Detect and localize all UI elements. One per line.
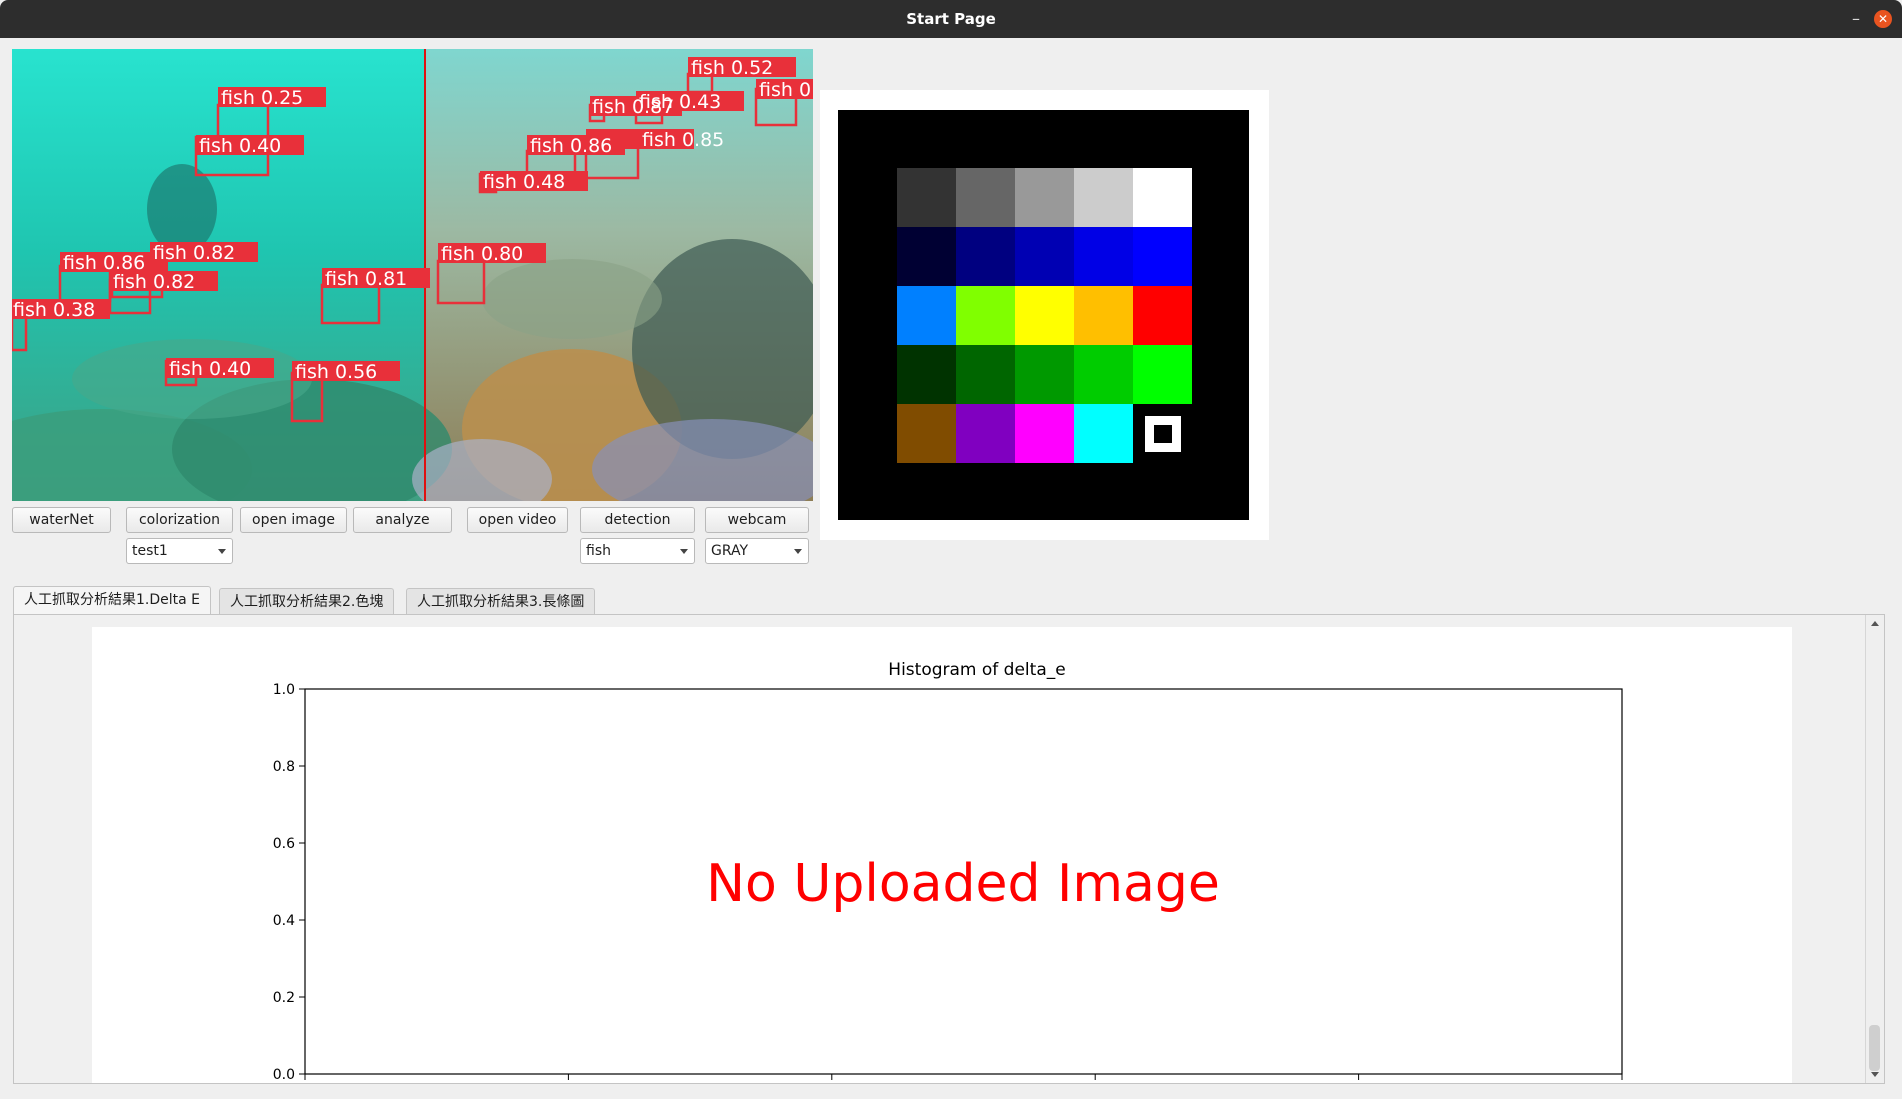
detection-label: fish 0.81 xyxy=(325,268,407,290)
detection-label: fish 0.80 xyxy=(441,243,523,265)
y-tick-label: 0.2 xyxy=(273,990,295,1006)
tab-content: Histogram of delta_e 1.0 0.8 0.6 0.4 0.2 0.0 … xyxy=(13,614,1885,1084)
detection-image-panel: fish 0.25 fish 0.40 fish 0.86 fish 0.82 … xyxy=(12,49,813,501)
color-patch xyxy=(1015,286,1074,345)
y-tick-label: 0.4 xyxy=(273,913,295,929)
minimize-icon[interactable]: – xyxy=(1852,0,1860,38)
window-titlebar: Start Page – ✕ xyxy=(0,0,1902,38)
detection-label: fish 0.40 xyxy=(199,135,281,157)
color-patch xyxy=(1074,286,1133,345)
color-patch xyxy=(897,227,956,286)
chart-title: Histogram of delta_e xyxy=(888,660,1065,680)
detection-class-value: fish xyxy=(586,543,611,559)
detection-button[interactable]: detection xyxy=(580,507,695,533)
color-patch xyxy=(1074,227,1133,286)
detection-label: fish 0.86 xyxy=(530,135,612,157)
color-patch xyxy=(1074,168,1133,227)
color-patch xyxy=(1133,345,1192,404)
detection-image: fish 0.25 fish 0.40 fish 0.86 fish 0.82 … xyxy=(12,49,813,501)
chevron-down-icon xyxy=(680,549,688,554)
test-select-value: test1 xyxy=(132,543,168,559)
detection-class-select[interactable]: fish xyxy=(580,538,695,564)
detection-label: fish 0.82 xyxy=(113,271,195,293)
tab-bar-chart[interactable]: 人工抓取分析結果3.長條圖 xyxy=(406,588,596,614)
analyze-button[interactable]: analyze xyxy=(353,507,452,533)
color-patch xyxy=(1015,168,1074,227)
detection-label: fish 0.56 xyxy=(295,361,377,383)
color-patch xyxy=(956,168,1015,227)
color-patch xyxy=(1015,404,1074,463)
open-video-button[interactable]: open video xyxy=(467,507,568,533)
detection-label: fish 0.43 xyxy=(639,91,721,113)
scrollbar-thumb[interactable] xyxy=(1869,1025,1880,1071)
color-patch xyxy=(1133,286,1192,345)
open-image-button[interactable]: open image xyxy=(240,507,347,533)
marker-square-inner xyxy=(1154,425,1172,443)
color-patch xyxy=(1015,227,1074,286)
y-tick-label: 0.8 xyxy=(273,759,295,775)
histogram-figure: Histogram of delta_e 1.0 0.8 0.6 0.4 0.2 0.0 … xyxy=(92,627,1792,1083)
window-bottom-edge xyxy=(0,1084,1902,1099)
detection-label: fish 0.82 xyxy=(153,242,235,264)
window-title: Start Page xyxy=(906,10,996,28)
test-select[interactable]: test1 xyxy=(126,538,233,564)
webcam-button[interactable]: webcam xyxy=(705,507,809,533)
colorization-button[interactable]: colorization xyxy=(126,507,233,533)
y-tick-label: 1.0 xyxy=(273,682,295,698)
detection-label: fish 0.85 xyxy=(642,129,724,151)
color-patch xyxy=(897,345,956,404)
color-checker-panel xyxy=(820,90,1269,540)
color-patch xyxy=(1074,404,1133,463)
tab-color-blocks[interactable]: 人工抓取分析結果2.色塊 xyxy=(219,588,395,614)
color-patch xyxy=(956,404,1015,463)
color-patch xyxy=(1133,168,1192,227)
color-mode-value: GRAY xyxy=(711,543,749,559)
color-mode-select[interactable]: GRAY xyxy=(705,538,809,564)
chevron-down-icon xyxy=(794,549,802,554)
scroll-up-icon[interactable] xyxy=(1871,621,1879,626)
color-patch xyxy=(1133,227,1192,286)
scroll-down-icon[interactable] xyxy=(1871,1072,1879,1077)
color-patch xyxy=(956,286,1015,345)
detection-label: fish 0.52 xyxy=(691,57,773,79)
detection-label: fish 0.25 xyxy=(221,87,303,109)
color-patch xyxy=(956,227,1015,286)
detection-label: fish 0.38 xyxy=(13,299,95,321)
color-patch xyxy=(897,404,956,463)
color-checker-chart xyxy=(838,110,1249,520)
chevron-down-icon xyxy=(218,549,226,554)
color-patch xyxy=(1074,345,1133,404)
detection-label: fish 0.40 xyxy=(169,358,251,380)
color-patch xyxy=(897,286,956,345)
histogram-chart: Histogram of delta_e 1.00.80.60.40.20.0 … xyxy=(273,660,1623,1083)
waternet-button[interactable]: waterNet xyxy=(12,507,111,533)
y-tick-label: 0.6 xyxy=(273,836,295,852)
color-patch xyxy=(956,345,1015,404)
no-image-message: No Uploaded Image xyxy=(706,854,1220,914)
detection-label: fish 0 xyxy=(759,79,811,101)
tab-delta-e[interactable]: 人工抓取分析結果1.Delta E xyxy=(13,586,212,615)
close-icon[interactable]: ✕ xyxy=(1874,10,1892,28)
y-tick-label: 0.0 xyxy=(273,1067,295,1083)
detection-label: fish 0.48 xyxy=(483,171,565,193)
color-patch xyxy=(1015,345,1074,404)
vertical-scrollbar[interactable] xyxy=(1865,615,1884,1083)
color-patch xyxy=(897,168,956,227)
